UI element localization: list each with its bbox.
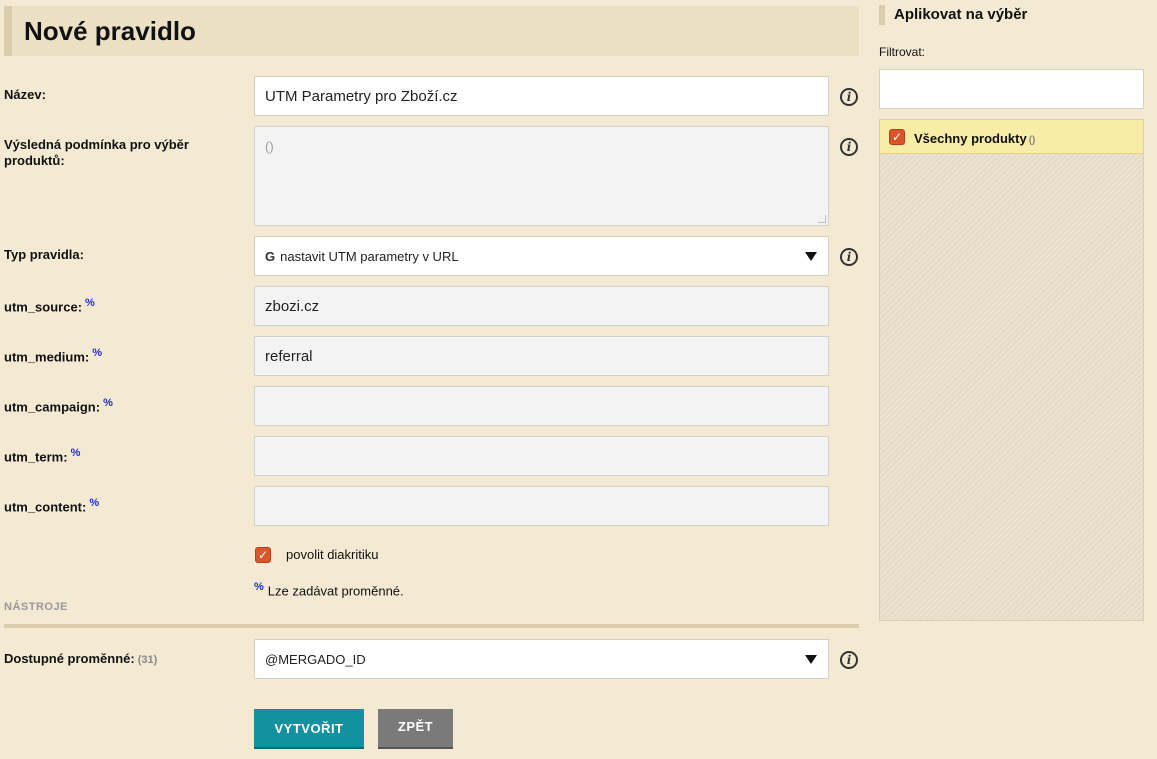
percent-icon: % xyxy=(254,581,264,593)
variables-note: % Lze zadávat proměnné. xyxy=(254,581,404,598)
condition-label: Výsledná podmínka pro výběr produktů: xyxy=(4,137,189,168)
diacritics-label: povolit diakritiku xyxy=(286,547,379,562)
variables-selected-value: @MERGADO_ID xyxy=(265,652,366,667)
percent-icon: % xyxy=(85,297,95,309)
rule-type-label: Typ pravidla: xyxy=(4,247,84,262)
utm-term-label: utm_term:% xyxy=(4,445,234,465)
section-divider xyxy=(4,624,859,628)
variables-select[interactable]: @MERGADO_ID xyxy=(254,639,829,679)
utm-content-label-text: utm_content: xyxy=(4,499,87,515)
percent-icon: % xyxy=(103,397,113,409)
name-label: Název: xyxy=(4,87,46,102)
condition-textarea[interactable]: () xyxy=(254,126,829,226)
filter-label: Filtrovat: xyxy=(879,45,926,59)
utm-campaign-label-text: utm_campaign: xyxy=(4,399,101,415)
info-icon[interactable]: i xyxy=(840,88,858,106)
info-icon[interactable]: i xyxy=(840,138,858,156)
rule-form: Nové pravidlo Název: UTM Parametry pro Z… xyxy=(0,0,862,759)
utm-term-label-text: utm_term: xyxy=(4,449,68,465)
utm-campaign-input[interactable] xyxy=(254,386,829,426)
page-title: Nové pravidlo xyxy=(24,16,196,46)
list-item-label: Všechny produkty() xyxy=(914,131,1035,146)
utm-source-input[interactable]: zbozi.cz xyxy=(254,286,829,326)
info-icon[interactable]: i xyxy=(840,248,858,266)
rule-type-value: nastavit UTM parametry v URL xyxy=(280,249,459,264)
utm-content-input[interactable] xyxy=(254,486,829,526)
variables-label: Dostupné proměnné: (31) xyxy=(4,651,234,668)
variables-count: (31) xyxy=(137,654,158,666)
tools-section-label: NÁSTROJE xyxy=(4,601,68,613)
list-item[interactable]: ✓ Všechny produkty() xyxy=(880,120,1143,154)
percent-icon: % xyxy=(92,347,103,359)
selection-list: ✓ Všechny produkty() xyxy=(879,119,1144,621)
dropdown-arrow-icon xyxy=(805,252,817,261)
utm-content-label: utm_content:% xyxy=(4,495,234,515)
utm-medium-label-text: utm_medium: xyxy=(4,349,90,365)
utm-medium-label: utm_medium:% xyxy=(4,345,234,365)
percent-icon: % xyxy=(89,497,100,509)
google-icon: G xyxy=(265,249,276,264)
condition-value: () xyxy=(265,139,274,154)
resize-grip-icon[interactable] xyxy=(818,215,826,223)
sidebar-title: Aplikovat na výběr xyxy=(879,5,1027,25)
create-button[interactable]: VYTVOŘIT xyxy=(254,709,364,749)
back-button[interactable]: ZPĚT xyxy=(378,709,453,749)
dropdown-arrow-icon xyxy=(805,655,817,664)
filter-input[interactable] xyxy=(879,69,1144,109)
page-header: Nové pravidlo xyxy=(4,6,859,56)
utm-term-input[interactable] xyxy=(254,436,829,476)
utm-campaign-label: utm_campaign:% xyxy=(4,395,234,415)
variables-label-text: Dostupné proměnné: xyxy=(4,651,135,666)
all-products-checkbox[interactable]: ✓ xyxy=(889,129,905,145)
name-input[interactable]: UTM Parametry pro Zboží.cz xyxy=(254,76,829,116)
variables-note-text: Lze zadávat proměnné. xyxy=(267,583,404,599)
percent-icon: % xyxy=(70,447,81,459)
list-item-text: Všechny produkty xyxy=(914,131,1027,146)
info-icon[interactable]: i xyxy=(840,651,858,669)
rule-type-select[interactable]: Gnastavit UTM parametry v URL xyxy=(254,236,829,276)
diacritics-checkbox[interactable]: ✓ xyxy=(255,547,271,563)
utm-source-label-text: utm_source: xyxy=(4,299,83,315)
list-item-suffix: () xyxy=(1028,135,1036,146)
utm-source-label: utm_source:% xyxy=(4,295,234,315)
utm-medium-input[interactable]: referral xyxy=(254,336,829,376)
